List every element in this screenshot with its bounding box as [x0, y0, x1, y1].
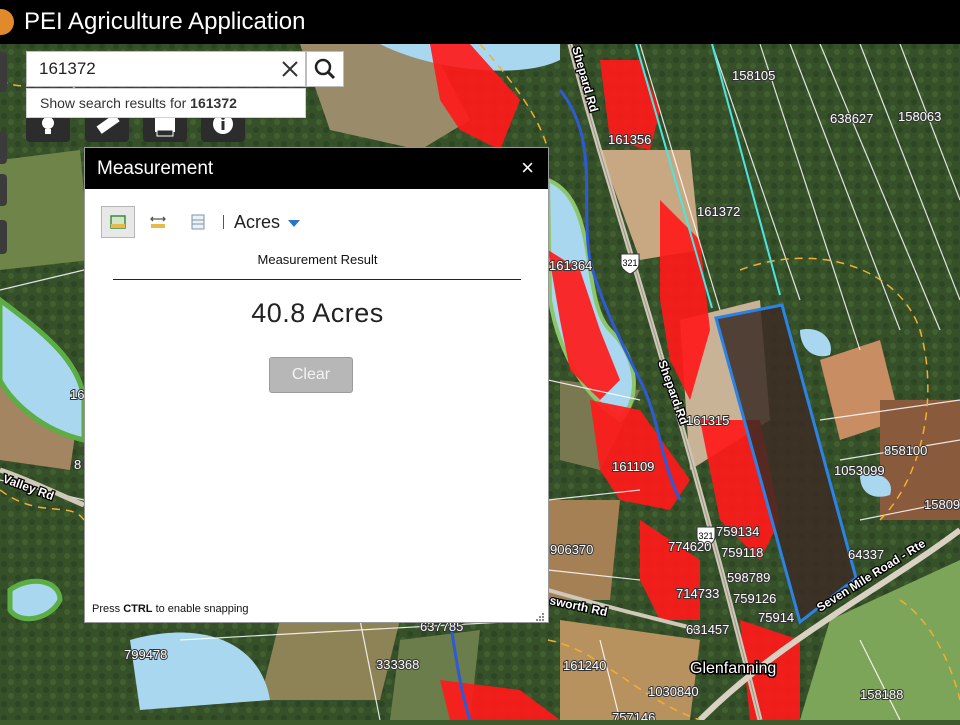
search-input[interactable] — [27, 52, 279, 86]
parcel-label: 161240 — [563, 658, 606, 673]
side-panel-toggle[interactable] — [0, 52, 7, 92]
parcel-label: 158188 — [860, 687, 903, 702]
parcel-label: 64337 — [848, 547, 884, 562]
measurement-panel-header[interactable]: Measurement × — [85, 148, 548, 189]
unit-separator — [223, 215, 224, 229]
place-label: Glenfanning — [690, 660, 776, 677]
parcel-label: 714733 — [676, 586, 719, 601]
result-value: 40.8 Acres — [251, 298, 384, 328]
snap-hint-prefix: Press — [92, 603, 124, 615]
area-tool-button[interactable] — [101, 206, 135, 238]
parcel-label: 158105 — [732, 68, 775, 83]
parcel-label: 906370 — [550, 542, 593, 557]
distance-icon — [150, 216, 166, 228]
parcel-label: 1030840 — [648, 684, 699, 699]
snap-hint: Press CTRL to enable snapping — [92, 603, 249, 615]
parcel-label: 8 — [74, 457, 81, 472]
side-panel-toggle[interactable] — [0, 174, 7, 206]
parcel-label: 631457 — [686, 622, 729, 637]
parcel-label: 161356 — [608, 132, 651, 147]
parcel-label: 16 — [70, 387, 84, 402]
close-icon[interactable]: × — [521, 156, 534, 180]
parcel-label: 161372 — [697, 204, 740, 219]
search-box — [26, 51, 306, 87]
parcel-label: 161109 — [612, 459, 654, 474]
parcel-label: 759118 — [721, 545, 763, 560]
parcel-label: 161364 — [549, 258, 592, 273]
parcel-label: 774620 — [668, 539, 711, 554]
location-grid-icon — [191, 214, 205, 230]
app-logo-icon — [0, 9, 14, 35]
side-panel-toggle[interactable] — [0, 132, 7, 164]
parcel-label: 799478 — [124, 647, 167, 662]
search-button[interactable] — [306, 51, 344, 87]
parcel-label: 158063 — [898, 109, 941, 124]
parcel-label: 598789 — [727, 570, 770, 585]
parcel-label: 333368 — [376, 657, 419, 672]
resize-handle-icon[interactable] — [535, 609, 545, 621]
app-header: PEI Agriculture Application — [0, 0, 960, 44]
clear-button[interactable]: Clear — [269, 357, 353, 393]
parcel-label: 759126 — [733, 591, 776, 606]
search-icon — [314, 58, 336, 80]
location-tool-button[interactable] — [181, 206, 215, 238]
parcel-label: 1053099 — [834, 463, 885, 478]
parcel-label: 638627 — [830, 111, 873, 126]
parcel-label: 161315 — [686, 413, 729, 428]
unit-dropdown[interactable]: Acres — [234, 212, 280, 233]
parcel-label: 858100 — [884, 443, 927, 458]
snap-hint-suffix: to enable snapping — [152, 603, 249, 615]
result-label: Measurement Result — [257, 252, 378, 267]
snap-hint-key: CTRL — [123, 603, 153, 615]
area-icon — [110, 215, 126, 229]
side-panel-toggle[interactable] — [0, 220, 7, 254]
clear-search-icon[interactable] — [279, 58, 301, 80]
result-divider — [113, 279, 521, 280]
suggestion-term: 161372 — [190, 95, 237, 111]
distance-tool-button[interactable] — [141, 206, 175, 238]
chevron-down-icon[interactable] — [288, 219, 301, 227]
measurement-panel: Measurement × Acres Measurement Result 4… — [84, 147, 549, 623]
search-suggestion[interactable]: Show search results for 161372 — [26, 88, 306, 118]
parcel-label: 15809 — [924, 497, 960, 512]
panel-title: Measurement — [97, 157, 214, 179]
suggestion-prefix: Show search results for — [40, 95, 191, 111]
parcel-label: 759134 — [716, 524, 759, 539]
app-title: PEI Agriculture Application — [24, 8, 306, 35]
route-shield-label: 321 — [622, 258, 637, 268]
parcel-label: 757146 — [612, 710, 655, 720]
parcel-label: 75914 — [758, 610, 794, 625]
measure-mode-toolbar: Acres — [101, 206, 301, 238]
